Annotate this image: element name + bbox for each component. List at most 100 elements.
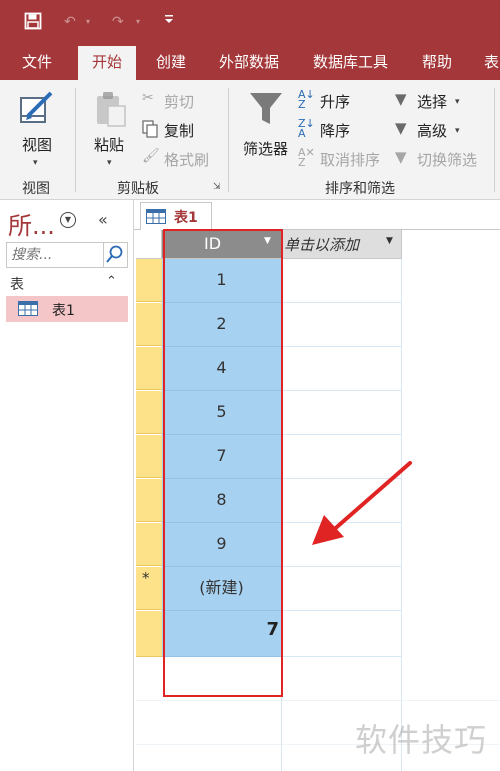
- advanced-filter-icon: ▼: [395, 119, 407, 137]
- advanced-dropdown-icon: ▾: [455, 126, 460, 136]
- view-icon: [20, 91, 53, 123]
- row-selector[interactable]: [136, 259, 162, 302]
- view-dropdown-icon: ▾: [33, 158, 38, 168]
- toggle-filter-label: 切换筛选: [417, 151, 478, 169]
- nav-pane-title[interactable]: 所...: [8, 206, 55, 241]
- collapse-pane-icon[interactable]: «: [98, 210, 108, 229]
- sort-ascending-button[interactable]: A↓ Z 升序: [298, 89, 384, 112]
- tab-external-data[interactable]: 外部数据: [219, 44, 279, 80]
- new-row-selector[interactable]: *: [136, 567, 162, 610]
- total-count: 7: [266, 619, 279, 640]
- cut-button[interactable]: ✂ 剪切: [142, 90, 222, 112]
- navigation-pane: 所... ▼ « 表 ⌃ 表1: [0, 200, 134, 771]
- ribbon-separator: [228, 88, 229, 192]
- remove-sort-label: 取消排序: [320, 151, 381, 169]
- tab-create[interactable]: 创建: [156, 44, 186, 80]
- id-cell[interactable]: 1: [162, 259, 282, 303]
- collapse-group-icon[interactable]: ⌃: [106, 274, 117, 289]
- id-cell[interactable]: 9: [162, 523, 282, 567]
- paste-label: 粘贴: [94, 136, 125, 154]
- tab-database-tools[interactable]: 数据库工具: [313, 44, 388, 80]
- remove-sort-icon: A✕ Z: [298, 146, 315, 169]
- clipboard-dialog-launcher-icon[interactable]: ⇲: [213, 182, 221, 192]
- column-header-label: ID: [204, 234, 222, 253]
- tab-table[interactable]: 表: [484, 44, 499, 80]
- copy-icon: [142, 120, 158, 138]
- sort-ascending-label: 升序: [320, 93, 351, 111]
- advanced-label: 高级: [417, 122, 448, 140]
- sort-descending-button[interactable]: Z↓ A 降序: [298, 118, 384, 141]
- id-cell[interactable]: 7: [162, 435, 282, 479]
- nav-item-table1[interactable]: 表1: [6, 296, 128, 322]
- row-selector[interactable]: [136, 435, 162, 478]
- ribbon: 视图 ▾ 视图 粘贴 ▾ ✂ 剪切 复制 🖌 格式刷 剪贴板 ⇲ 筛选器 A↓ …: [0, 80, 500, 200]
- redo-icon[interactable]: ↷: [112, 12, 124, 32]
- row-selector[interactable]: [136, 347, 162, 390]
- column-header-label: 单击以添加: [284, 236, 360, 254]
- total-cell[interactable]: 7: [162, 611, 282, 657]
- add-column-cell[interactable]: [282, 259, 402, 303]
- id-cell[interactable]: 8: [162, 479, 282, 523]
- total-row-selector: [136, 611, 162, 657]
- annotation-arrow: [312, 461, 412, 545]
- redo-dropdown-icon[interactable]: ▾: [136, 12, 140, 32]
- customize-toolbar-icon[interactable]: [164, 12, 174, 32]
- ribbon-separator: [494, 88, 495, 192]
- ribbon-tab-bar: 文件 开始 创建 外部数据 数据库工具 帮助 表: [0, 44, 500, 80]
- view-button[interactable]: 视图 ▾: [14, 86, 60, 170]
- column-sort-dropdown-icon[interactable]: ▼: [264, 236, 271, 246]
- format-painter-label: 格式刷: [164, 151, 210, 169]
- add-column-cell[interactable]: [282, 391, 402, 435]
- add-column-cell[interactable]: [282, 611, 402, 657]
- copy-button[interactable]: 复制: [142, 119, 222, 141]
- row-selector[interactable]: [136, 523, 162, 566]
- add-column-cell[interactable]: [282, 567, 402, 611]
- paste-dropdown-icon: ▾: [107, 158, 112, 168]
- undo-icon[interactable]: ↶: [64, 12, 76, 32]
- selection-label: 选择: [417, 93, 448, 111]
- filter-label: 筛选器: [243, 140, 289, 158]
- undo-dropdown-icon[interactable]: ▾: [86, 12, 90, 32]
- new-record-cell[interactable]: (新建): [162, 567, 282, 611]
- row-selector[interactable]: [136, 391, 162, 434]
- id-cell[interactable]: 5: [162, 391, 282, 435]
- save-icon[interactable]: [24, 12, 42, 32]
- add-column-cell[interactable]: [282, 347, 402, 391]
- column-add-dropdown-icon[interactable]: ▼: [386, 236, 393, 246]
- format-painter-icon: 🖌: [142, 148, 160, 164]
- advanced-button[interactable]: ▼ 高级 ▾: [395, 119, 467, 141]
- tab-file[interactable]: 文件: [22, 44, 52, 80]
- add-column-cell[interactable]: [282, 303, 402, 347]
- document-tab-table1[interactable]: 表1: [140, 202, 212, 231]
- filter-button[interactable]: 筛选器: [240, 86, 292, 170]
- row-selector[interactable]: [136, 303, 162, 346]
- nav-group-header[interactable]: 表: [10, 274, 24, 294]
- cut-icon: ✂: [142, 90, 154, 106]
- view-label: 视图: [22, 136, 53, 154]
- sort-descending-label: 降序: [320, 122, 351, 140]
- new-record-marker: *: [142, 569, 150, 587]
- selection-button[interactable]: ▼ 选择 ▾: [395, 90, 467, 112]
- tab-home[interactable]: 开始: [78, 46, 137, 80]
- paste-button[interactable]: 粘贴 ▾: [88, 86, 134, 170]
- table-icon: [18, 301, 38, 316]
- clipboard-group-label: 剪贴板: [117, 181, 159, 197]
- ribbon-separator: [75, 88, 76, 192]
- search-icon[interactable]: [103, 243, 127, 267]
- select-all-corner[interactable]: [136, 230, 162, 259]
- toggle-filter-button[interactable]: ▼ 切换筛选: [395, 148, 485, 170]
- id-cell[interactable]: 2: [162, 303, 282, 347]
- remove-sort-button[interactable]: A✕ Z 取消排序: [298, 146, 390, 170]
- id-cell[interactable]: 4: [162, 347, 282, 391]
- nav-item-label: 表1: [52, 303, 75, 319]
- row-selector[interactable]: [136, 479, 162, 522]
- nav-search-input[interactable]: [7, 243, 103, 267]
- cut-label: 剪切: [164, 93, 195, 111]
- format-painter-button[interactable]: 🖌 格式刷: [142, 148, 222, 170]
- nav-menu-dropdown-icon[interactable]: ▼: [60, 212, 76, 228]
- document-tab-label: 表1: [174, 210, 198, 226]
- table-icon: [146, 209, 166, 224]
- column-header-id[interactable]: ID ▼: [162, 230, 282, 259]
- column-header-click-to-add[interactable]: 单击以添加 ▼: [282, 230, 402, 259]
- tab-help[interactable]: 帮助: [422, 44, 452, 80]
